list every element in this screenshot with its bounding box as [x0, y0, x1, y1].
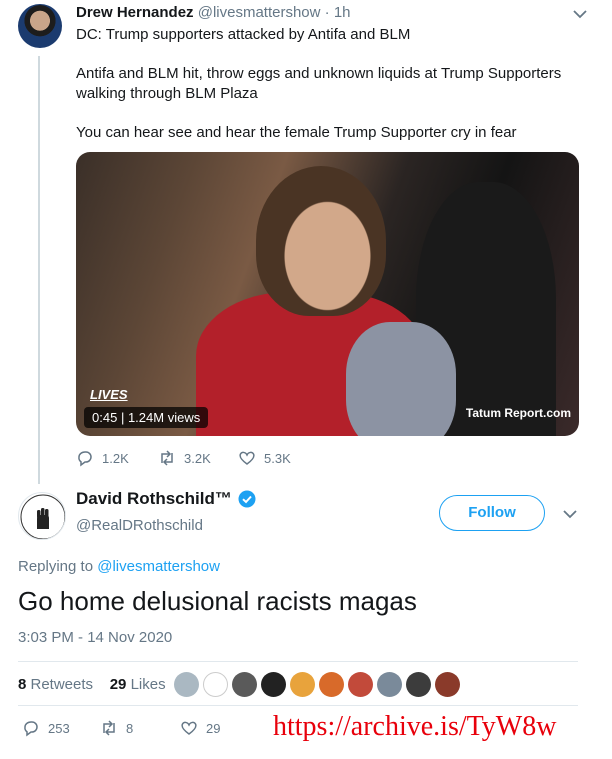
- liker-avatar[interactable]: [319, 672, 344, 697]
- liker-avatar[interactable]: [232, 672, 257, 697]
- like-count: 5.3K: [264, 450, 291, 466]
- chevron-down-icon[interactable]: [572, 6, 588, 22]
- replying-to: Replying to @livesmattershow: [18, 558, 220, 575]
- retweet-count: 8: [126, 720, 134, 736]
- reply-action[interactable]: 253: [22, 719, 70, 737]
- handle[interactable]: @RealDRothschild: [76, 517, 203, 534]
- handle[interactable]: @livesmattershow: [198, 4, 321, 21]
- liker-avatar[interactable]: [377, 672, 402, 697]
- separator: ·: [320, 4, 334, 21]
- video-frame-figure: [346, 322, 456, 436]
- archive-url-overlay: https://archive.is/TyW8w: [273, 711, 557, 742]
- liker-avatar[interactable]: [348, 672, 373, 697]
- retweet-icon: [161, 450, 173, 466]
- divider: [18, 705, 578, 706]
- verified-badge-icon: [238, 490, 256, 508]
- divider: [18, 661, 578, 662]
- tweet-actions: 253 8 29: [18, 719, 278, 741]
- retweet-action[interactable]: 3.2K: [158, 449, 211, 467]
- avatar[interactable]: [18, 4, 62, 48]
- liker-avatar[interactable]: [261, 672, 286, 697]
- like-count: 29: [206, 720, 221, 736]
- reply-count: 1.2K: [102, 450, 129, 466]
- video-info-badge: 0:45 | 1.24M views: [84, 407, 209, 428]
- badge-divider: |: [120, 410, 125, 425]
- reply-action[interactable]: 1.2K: [76, 449, 129, 467]
- like-action[interactable]: 5.3K: [238, 449, 291, 467]
- reply-icon: [78, 451, 92, 467]
- retweet-count: 3.2K: [184, 450, 211, 466]
- tweet-text-line: DC: Trump supporters attacked by Antifa …: [76, 26, 411, 43]
- tweet-text: Go home delusional racists magas: [18, 586, 417, 616]
- reply-count: 253: [48, 720, 70, 736]
- retweet-icon: [103, 720, 115, 736]
- liker-avatar[interactable]: [203, 672, 228, 697]
- liker-avatar[interactable]: [174, 672, 199, 697]
- display-name[interactable]: David Rothschild™: [76, 489, 232, 509]
- video-brand-watermark: Tatum Report.com: [465, 406, 571, 420]
- time-ago[interactable]: 1h: [334, 4, 351, 21]
- likes-label: Likes: [126, 676, 166, 693]
- heart-icon: [181, 721, 197, 735]
- chevron-down-icon[interactable]: [562, 506, 578, 522]
- retweet-action[interactable]: 8: [100, 719, 133, 737]
- replying-prefix: Replying to: [18, 558, 98, 575]
- video-frame-figure: [256, 166, 386, 316]
- tweet-text-line: Antifa and BLM hit, throw eggs and unkno…: [76, 65, 562, 102]
- tweet-header: Drew Hernandez @livesmattershow · 1h: [76, 4, 351, 21]
- tweet-text-line: You can hear see and hear the female Tru…: [76, 124, 517, 141]
- video-player[interactable]: LIVES 0:45 | 1.24M views Tatum Report.co…: [76, 152, 579, 436]
- engagement-stats: 8 Retweets 29 Likes: [18, 676, 166, 693]
- liker-avatars: [174, 672, 460, 697]
- liker-avatar[interactable]: [435, 672, 460, 697]
- likes-count: 29: [109, 676, 127, 693]
- timestamp[interactable]: 3:03 PM - 14 Nov 2020: [18, 629, 172, 646]
- retweets-label: Retweets: [26, 676, 94, 693]
- thread-connector-line: [38, 56, 40, 484]
- video-watermark: LIVES: [90, 387, 128, 402]
- reply-icon: [24, 721, 38, 737]
- video-views: 1.24M views: [127, 410, 201, 425]
- likes-stat[interactable]: 29 Likes: [110, 676, 166, 693]
- avatar[interactable]: [18, 492, 66, 540]
- blm-fist-icon: [20, 494, 65, 539]
- heart-icon: [239, 451, 255, 465]
- follow-button[interactable]: Follow: [439, 495, 545, 531]
- like-action[interactable]: 29: [180, 719, 220, 737]
- tweet-actions: 1.2K 3.2K 5.3K: [76, 449, 476, 471]
- liker-avatar[interactable]: [290, 672, 315, 697]
- display-name[interactable]: Drew Hernandez: [76, 4, 194, 21]
- tweet-text: DC: Trump supporters attacked by Antifa …: [76, 25, 576, 162]
- video-duration: 0:45: [92, 410, 118, 425]
- replying-handle-link[interactable]: @livesmattershow: [97, 558, 220, 575]
- liker-avatar[interactable]: [406, 672, 431, 697]
- retweets-stat[interactable]: 8 Retweets: [18, 676, 93, 693]
- author-row: David Rothschild™: [76, 489, 256, 509]
